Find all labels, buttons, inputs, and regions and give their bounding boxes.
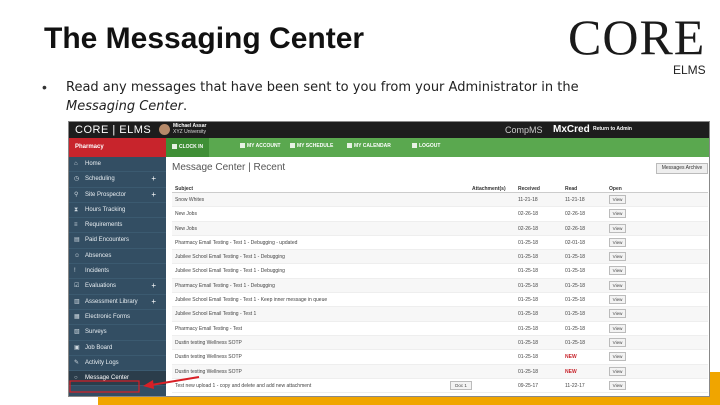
bullet-text: Read any messages that have been sent to…	[66, 78, 586, 116]
pointer-arrow	[69, 376, 200, 393]
bullet-text-italic: Messaging Center	[66, 99, 183, 114]
arrow-shaft	[150, 376, 200, 386]
bullet-dot: •	[42, 79, 47, 95]
highlight-box	[69, 380, 140, 393]
elms-logo-text: ELMS	[673, 63, 706, 77]
bullet-text-prefix: Read any messages that have been sent to…	[66, 80, 579, 95]
arrow-head	[143, 380, 154, 389]
app-screenshot: CORE | ELMS Michael Assar XYZ University…	[68, 121, 710, 397]
slide-title: The Messaging Center	[44, 22, 365, 55]
core-logo: CORE	[568, 9, 706, 65]
bullet-text-suffix: .	[182, 99, 188, 114]
